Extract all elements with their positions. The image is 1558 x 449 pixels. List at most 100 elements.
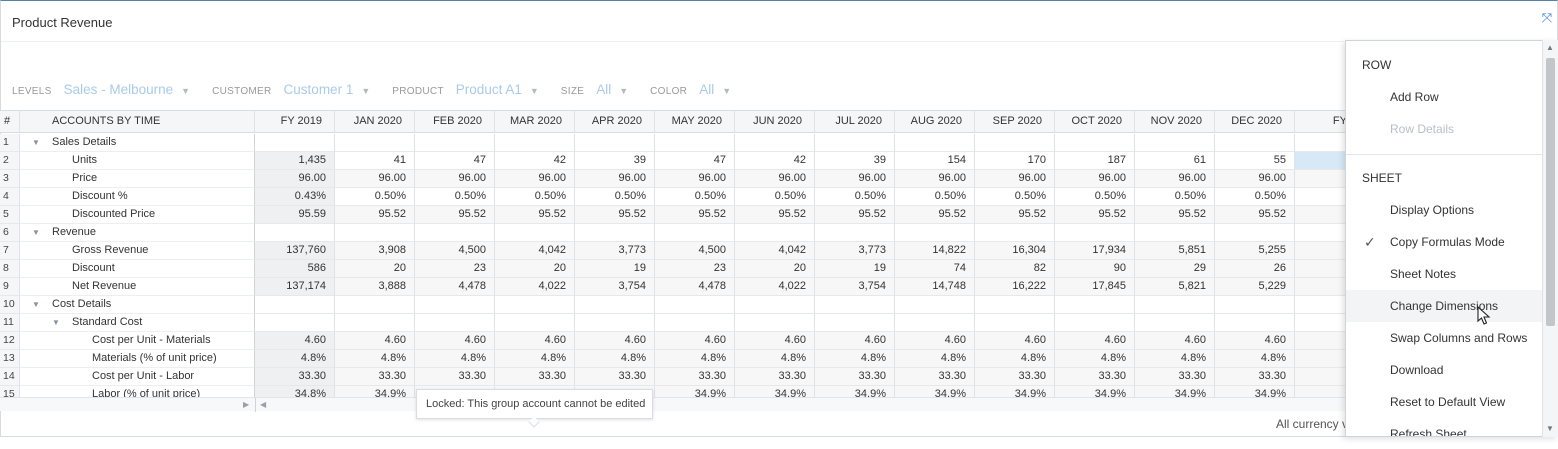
data-cell[interactable]: 19 [575,260,655,278]
data-cell[interactable]: 4.60 [335,332,415,350]
data-cell[interactable]: 4.60 [415,332,495,350]
data-cell[interactable]: 34.9% [1215,386,1295,397]
table-row[interactable]: 10 ▼ Cost Details [0,296,1345,314]
column-header[interactable]: OCT 2020 [1055,111,1135,133]
data-cell[interactable] [1295,260,1345,278]
data-cell[interactable]: 96.00 [1055,170,1135,188]
data-cell[interactable]: 96.00 [415,170,495,188]
menu-item-display-options[interactable]: Display Options [1346,194,1543,226]
data-cell[interactable]: 0.50% [895,188,975,206]
data-cell[interactable]: 39 [575,152,655,170]
account-cell[interactable]: Units [20,152,255,170]
column-header[interactable]: JUN 2020 [735,111,815,133]
data-cell[interactable]: 4.8% [575,350,655,368]
menu-item-change-dimensions[interactable]: Change Dimensions [1346,290,1543,322]
data-cell[interactable]: 4.60 [1055,332,1135,350]
data-cell[interactable]: 96.00 [575,170,655,188]
data-cell[interactable]: 4.60 [735,332,815,350]
data-cell[interactable]: 4.8% [1215,350,1295,368]
data-cell[interactable]: 34.8% [255,386,335,397]
data-cell[interactable]: 96 [1295,170,1345,188]
data-cell[interactable]: 33.30 [575,368,655,386]
data-cell[interactable]: 95.52 [495,206,575,224]
table-row[interactable]: 2 Units 1,435 41 47 42 39 47 42 39 154 170 187 61 55 [0,152,1345,170]
data-cell[interactable]: 0.50% [495,188,575,206]
horizontal-scrollbar[interactable]: ▶ ◀ [0,397,1345,412]
data-cell[interactable]: 4.60 [815,332,895,350]
data-cell[interactable]: 34.9% [335,386,415,397]
data-cell[interactable]: 47 [415,152,495,170]
account-cell[interactable]: Discounted Price [20,206,255,224]
column-header[interactable]: AUG 2020 [895,111,975,133]
filter-value-levels[interactable]: Sales - Melbourne [64,82,174,97]
data-cell[interactable]: 95.52 [1135,206,1215,224]
column-header[interactable]: DEC 2020 [1215,111,1295,133]
data-grid[interactable]: # ACCOUNTS BY TIME FY 2019 JAN 2020 FEB 2020… [0,110,1345,397]
data-cell[interactable]: 95.52 [1055,206,1135,224]
data-cell[interactable]: 33.30 [1135,368,1215,386]
column-header[interactable]: APR 2020 [575,111,655,133]
column-header[interactable]: FY 2019 [255,111,335,133]
data-cell[interactable]: 4.8% [975,350,1055,368]
data-cell[interactable]: 5,255 [1215,242,1295,260]
account-cell[interactable]: Discount % [20,188,255,206]
table-row[interactable]: 7 Gross Revenue 137,760 3,908 4,500 4,042 3,77… [0,242,1345,260]
data-cell[interactable]: 96.00 [335,170,415,188]
data-cell[interactable]: 4,500 [415,242,495,260]
data-cell[interactable]: 3,773 [575,242,655,260]
data-cell[interactable]: 0.50% [415,188,495,206]
data-cell[interactable]: 33.30 [895,368,975,386]
account-cell[interactable]: ▼ Cost Details [20,296,255,314]
data-cell[interactable]: 4.60 [1135,332,1215,350]
data-cell[interactable]: 96.00 [1215,170,1295,188]
column-header[interactable]: MAR 2020 [495,111,575,133]
data-cell[interactable]: 5,229 [1215,278,1295,296]
table-row[interactable]: 9 Net Revenue 137,174 3,888 4,478 4,022 3,754 4… [0,278,1345,296]
data-cell[interactable]: 88, [1295,278,1345,296]
data-cell[interactable]: 4.8% [895,350,975,368]
data-cell[interactable]: 61 [1135,152,1215,170]
data-cell[interactable]: 0.50% [575,188,655,206]
collapse-triangle-icon[interactable]: ▼ [52,314,60,331]
account-cell[interactable]: Materials (% of unit price) [20,350,255,368]
caret-down-icon[interactable]: ▼ [619,86,628,96]
data-cell[interactable]: 96.00 [655,170,735,188]
data-cell[interactable]: 16,304 [975,242,1055,260]
data-cell[interactable]: 154 [895,152,975,170]
table-row[interactable]: 8 Discount 586 20 23 20 19 23 20 19 74 82 90 29 26 [0,260,1345,278]
data-cell[interactable]: 33.30 [815,368,895,386]
table-row[interactable]: 13 Materials (% of unit price) 4.8% 4.8% 4.8… [0,350,1345,368]
column-header[interactable]: JUL 2020 [815,111,895,133]
data-cell[interactable]: 96.00 [495,170,575,188]
data-cell[interactable]: 33.30 [335,368,415,386]
table-row[interactable]: 4 Discount % 0.43% 0.50% 0.50% 0.50% 0.50% 0.50… [0,188,1345,206]
data-cell[interactable]: 4.60 [575,332,655,350]
data-cell[interactable]: 3,908 [335,242,415,260]
table-row[interactable]: 15 Labor (% of unit price) 34.8% 34.9% 34.9%… [0,386,1345,397]
data-cell[interactable]: 4.8% [735,350,815,368]
data-cell[interactable]: 95.52 [575,206,655,224]
data-cell[interactable]: 5,821 [1135,278,1215,296]
data-cell[interactable]: 88, [1295,242,1345,260]
data-cell[interactable]: 3,754 [575,278,655,296]
data-cell[interactable]: 74 [895,260,975,278]
caret-down-icon[interactable]: ▼ [361,86,370,96]
data-cell[interactable]: 0.50% [335,188,415,206]
data-cell[interactable]: 0.50% [1215,188,1295,206]
data-cell[interactable]: 20 [495,260,575,278]
caret-down-icon[interactable]: ▼ [530,86,539,96]
data-cell[interactable]: 96.00 [815,170,895,188]
account-cell[interactable]: Gross Revenue [20,242,255,260]
data-cell[interactable]: 17,845 [1055,278,1135,296]
filter-value-customer[interactable]: Customer 1 [284,82,354,97]
data-cell[interactable]: 95.59 [255,206,335,224]
data-cell[interactable]: 34.9% [975,386,1055,397]
data-cell[interactable]: 4.8% [1055,350,1135,368]
table-row[interactable]: 12 Cost per Unit - Materials 4.60 4.60 4.60 4… [0,332,1345,350]
data-cell[interactable]: 4.60 [495,332,575,350]
data-cell[interactable]: 0.50% [1055,188,1135,206]
collapse-triangle-icon[interactable]: ▼ [32,134,40,151]
table-row[interactable]: 3 Price 96.00 96.00 96.00 96.00 96.00 96.00 96.0… [0,170,1345,188]
table-row[interactable]: 5 Discounted Price 95.59 95.52 95.52 95.52 95.… [0,206,1345,224]
data-cell[interactable]: 95.52 [655,206,735,224]
